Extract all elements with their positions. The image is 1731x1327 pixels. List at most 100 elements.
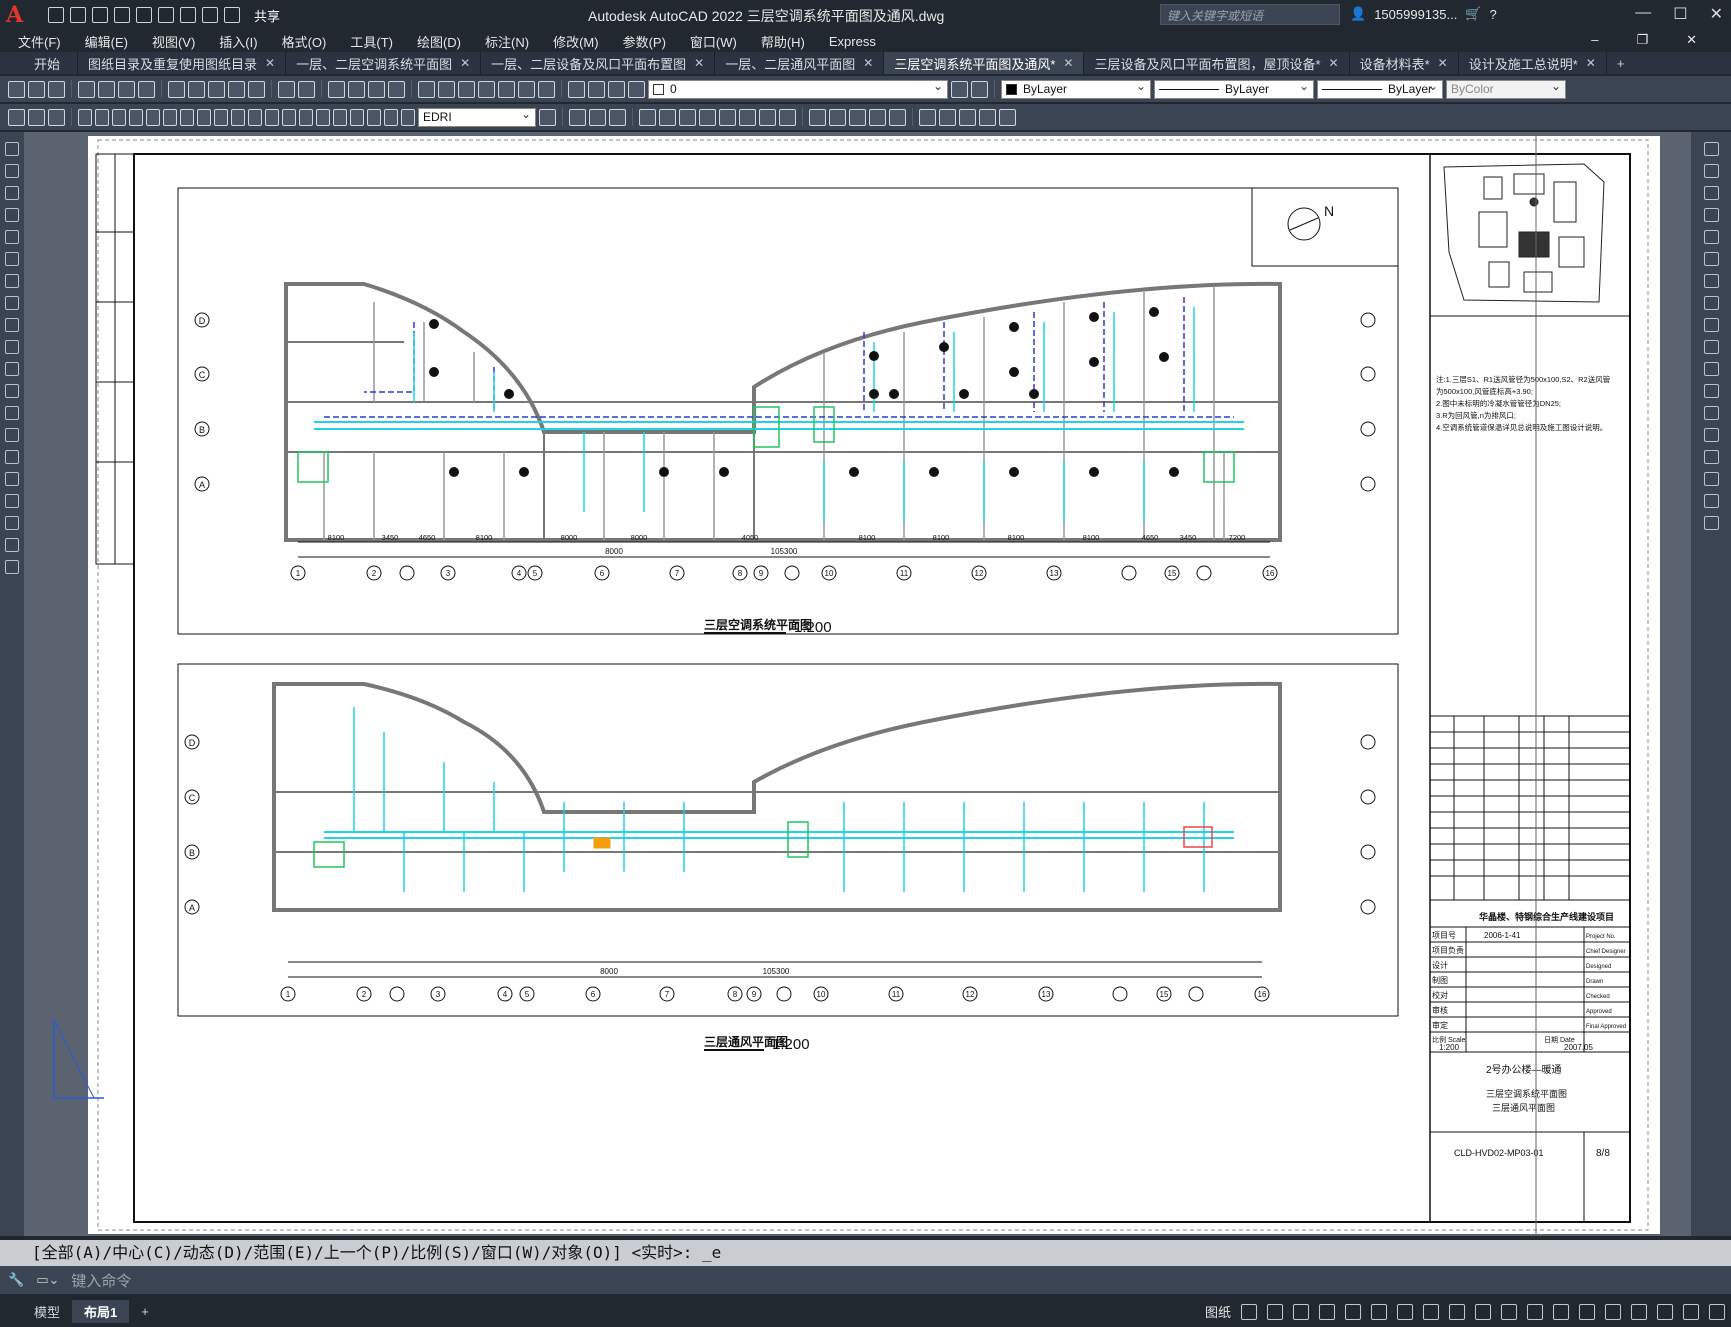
menu-express[interactable]: Express bbox=[829, 34, 876, 49]
dim-edit-icon[interactable] bbox=[367, 108, 381, 126]
tool-o-icon[interactable] bbox=[809, 108, 826, 126]
tab-close-icon[interactable]: ✕ bbox=[863, 56, 873, 70]
user-area[interactable]: 👤 1505999135... 🛒 ? bbox=[1350, 6, 1497, 22]
region-icon[interactable] bbox=[5, 494, 19, 508]
cart-icon[interactable]: 🛒 bbox=[1465, 6, 1481, 22]
rotate-icon[interactable] bbox=[1703, 274, 1719, 288]
break-icon[interactable] bbox=[1703, 406, 1719, 420]
layer-lock-icon[interactable] bbox=[628, 80, 645, 98]
osnap-icon[interactable] bbox=[1345, 1303, 1361, 1320]
spline-icon[interactable] bbox=[5, 318, 19, 332]
linear-dim-icon[interactable] bbox=[78, 108, 92, 126]
dim-text-edit-icon[interactable] bbox=[384, 108, 398, 126]
tool-m-icon[interactable] bbox=[759, 108, 776, 126]
dim-break-icon[interactable] bbox=[282, 108, 296, 126]
autocad-logo-icon[interactable]: A bbox=[6, 3, 30, 27]
layer-dropdown[interactable]: 0 bbox=[648, 79, 948, 99]
paste-icon[interactable] bbox=[208, 80, 225, 98]
publish-icon[interactable] bbox=[118, 80, 135, 98]
undo-tb-icon[interactable] bbox=[278, 80, 295, 98]
tab-drawing-index[interactable]: 图纸目录及重复使用图纸目录 ✕ bbox=[78, 52, 287, 74]
make-block-icon[interactable] bbox=[5, 406, 19, 420]
zoom-window-icon[interactable] bbox=[368, 80, 385, 98]
design-center-icon[interactable] bbox=[438, 80, 455, 98]
blend-icon[interactable] bbox=[1703, 494, 1719, 508]
paper-space-label[interactable]: 图纸 bbox=[1205, 1302, 1231, 1321]
open-web-icon[interactable] bbox=[136, 7, 152, 23]
polygon-icon[interactable] bbox=[5, 208, 19, 222]
close-icon[interactable]: ✕ bbox=[1710, 4, 1723, 24]
plot-icon[interactable] bbox=[180, 7, 196, 23]
layout1-tab[interactable]: 布局1 bbox=[72, 1300, 130, 1323]
add-layout-button[interactable]: + bbox=[129, 1302, 161, 1321]
doc-restore-icon[interactable]: ❐ bbox=[1636, 32, 1648, 48]
chamfer-icon[interactable] bbox=[1703, 450, 1719, 464]
tool-x-icon[interactable] bbox=[999, 108, 1016, 126]
workspace-gear-icon[interactable] bbox=[1527, 1303, 1543, 1320]
point-icon[interactable] bbox=[5, 428, 19, 442]
lineweight-toggle-icon[interactable] bbox=[1423, 1303, 1439, 1320]
lineweight-dropdown[interactable]: ByLayer bbox=[1317, 79, 1443, 99]
preview-icon[interactable] bbox=[98, 80, 115, 98]
menu-help[interactable]: 帮助(H) bbox=[761, 32, 805, 51]
center-mark-icon[interactable] bbox=[316, 108, 330, 126]
new-file-icon[interactable] bbox=[48, 7, 64, 23]
open-icon[interactable] bbox=[28, 80, 45, 98]
otrack-icon[interactable] bbox=[1397, 1303, 1413, 1320]
tool-l-icon[interactable] bbox=[739, 108, 756, 126]
tab-design-notes[interactable]: 设计及施工总说明* ✕ bbox=[1459, 52, 1607, 74]
baseline-icon[interactable] bbox=[231, 108, 245, 126]
tab-ac-floor3[interactable]: 三层空调系统平面图及通风* ✕ bbox=[884, 52, 1085, 74]
ortho-icon[interactable] bbox=[1293, 1303, 1309, 1320]
tool-h-icon[interactable] bbox=[659, 108, 676, 126]
user-icon[interactable]: 👤 bbox=[1350, 6, 1366, 22]
quick-dim-icon[interactable] bbox=[214, 108, 228, 126]
menu-file[interactable]: 文件(F) bbox=[18, 32, 61, 51]
add-selected-icon[interactable] bbox=[5, 560, 19, 574]
mtext-icon[interactable] bbox=[5, 538, 19, 552]
stretch-icon[interactable] bbox=[1703, 318, 1719, 332]
markup-icon[interactable] bbox=[498, 80, 515, 98]
table-icon[interactable] bbox=[5, 516, 19, 530]
isolate-objects-icon[interactable] bbox=[1631, 1303, 1647, 1320]
menu-modify[interactable]: 修改(M) bbox=[553, 32, 599, 51]
wrench-icon[interactable]: 🔧 bbox=[8, 1272, 24, 1288]
save-icon[interactable] bbox=[92, 7, 108, 23]
dim-space-icon[interactable] bbox=[265, 108, 279, 126]
tool-k-icon[interactable] bbox=[719, 108, 736, 126]
quick-properties-icon[interactable] bbox=[1605, 1303, 1621, 1320]
qnew-icon[interactable] bbox=[8, 80, 25, 98]
insert-block-icon[interactable] bbox=[5, 384, 19, 398]
tab-ac-floor12[interactable]: 一层、二层空调系统平面图 ✕ bbox=[286, 52, 482, 74]
tool-b-icon[interactable] bbox=[28, 108, 45, 126]
tab-close-icon[interactable]: ✕ bbox=[1063, 56, 1073, 70]
polar-icon[interactable] bbox=[1319, 1303, 1335, 1320]
menu-edit[interactable]: 编辑(E) bbox=[85, 32, 128, 51]
explode-icon[interactable] bbox=[1703, 516, 1719, 530]
tab-close-icon[interactable]: ✕ bbox=[460, 56, 470, 70]
tab-close-icon[interactable]: ✕ bbox=[1329, 56, 1339, 70]
mirror-icon[interactable] bbox=[1703, 186, 1719, 200]
menu-view[interactable]: 视图(V) bbox=[152, 32, 195, 51]
tool-u-icon[interactable] bbox=[939, 108, 956, 126]
user-name[interactable]: 1505999135... bbox=[1374, 7, 1457, 22]
menu-insert[interactable]: 插入(I) bbox=[219, 32, 257, 51]
new-tab-button[interactable]: + bbox=[1607, 52, 1635, 74]
annotation-monitor-icon[interactable] bbox=[1553, 1303, 1569, 1320]
construction-line-icon[interactable] bbox=[5, 164, 19, 178]
tolerance-icon[interactable] bbox=[299, 108, 313, 126]
snap-icon[interactable] bbox=[1241, 1303, 1257, 1320]
tool-r-icon[interactable] bbox=[869, 108, 886, 126]
move-icon[interactable] bbox=[1703, 252, 1719, 266]
arc-icon[interactable] bbox=[5, 252, 19, 266]
tool-g-icon[interactable] bbox=[639, 108, 656, 126]
tool-q-icon[interactable] bbox=[849, 108, 866, 126]
command-input[interactable]: 键入命令 bbox=[71, 1270, 131, 1291]
doc-minimize-icon[interactable]: – bbox=[1591, 32, 1598, 48]
clean-screen-icon[interactable] bbox=[1683, 1303, 1699, 1320]
make-current-icon[interactable] bbox=[951, 80, 968, 98]
undo-icon[interactable] bbox=[202, 7, 218, 23]
isodraft-icon[interactable] bbox=[1371, 1303, 1387, 1320]
ellipse-icon[interactable] bbox=[5, 340, 19, 354]
match-properties-icon[interactable] bbox=[228, 80, 245, 98]
